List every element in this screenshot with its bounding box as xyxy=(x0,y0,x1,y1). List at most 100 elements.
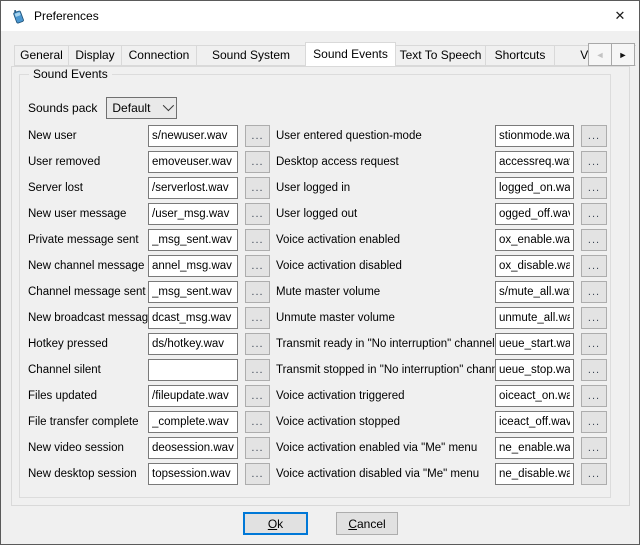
browse-button[interactable]: ... xyxy=(245,385,270,407)
browse-button[interactable]: ... xyxy=(581,437,607,459)
tab-scroll-left-icon[interactable]: ◄ xyxy=(588,43,612,66)
sound-event-row: New desktop session... xyxy=(28,463,270,485)
sound-file-input[interactable] xyxy=(148,385,238,407)
sound-event-label: Transmit stopped in "No interruption" ch… xyxy=(276,364,495,376)
sound-file-input[interactable] xyxy=(148,255,238,277)
sound-file-input[interactable] xyxy=(495,151,574,173)
titlebar: Preferences ✕ xyxy=(1,1,639,31)
sound-file-input[interactable] xyxy=(495,359,574,381)
sound-file-input[interactable] xyxy=(495,333,574,355)
sound-event-label: Voice activation enabled xyxy=(276,234,495,246)
preferences-dialog: Preferences ✕ GeneralDisplayConnectionSo… xyxy=(0,0,640,545)
browse-button[interactable]: ... xyxy=(581,359,607,381)
sound-event-label: New video session xyxy=(28,442,148,454)
sound-file-input[interactable] xyxy=(495,177,574,199)
sound-event-row: Desktop access request... xyxy=(276,151,607,173)
sound-file-input[interactable] xyxy=(495,203,574,225)
sound-event-row: Transmit ready in "No interruption" chan… xyxy=(276,333,607,355)
sound-file-input[interactable] xyxy=(148,333,238,355)
window-title: Preferences xyxy=(34,9,99,23)
browse-button[interactable]: ... xyxy=(245,437,270,459)
browse-button[interactable]: ... xyxy=(245,411,270,433)
browse-button[interactable]: ... xyxy=(581,463,607,485)
sound-file-input[interactable] xyxy=(148,177,238,199)
sound-file-input[interactable] xyxy=(495,307,574,329)
sound-file-input[interactable] xyxy=(495,255,574,277)
sound-file-input[interactable] xyxy=(148,411,238,433)
tab-shortcuts[interactable]: Shortcuts xyxy=(485,45,555,66)
browse-button[interactable]: ... xyxy=(245,333,270,355)
sound-event-row: Voice activation enabled via "Me" menu..… xyxy=(276,437,607,459)
sound-event-label: New broadcast message xyxy=(28,312,148,324)
sound-file-input[interactable] xyxy=(495,385,574,407)
sound-event-row: New channel message... xyxy=(28,255,270,277)
cancel-button[interactable]: Cancel xyxy=(336,512,398,535)
sound-file-input[interactable] xyxy=(495,463,574,485)
sound-file-input[interactable] xyxy=(148,437,238,459)
sound-file-input[interactable] xyxy=(148,151,238,173)
browse-button[interactable]: ... xyxy=(245,229,270,251)
sounds-pack-value: Default xyxy=(112,101,163,115)
sound-file-input[interactable] xyxy=(148,125,238,147)
sound-event-label: File transfer complete xyxy=(28,416,148,428)
browse-button[interactable]: ... xyxy=(245,359,270,381)
browse-button[interactable]: ... xyxy=(245,307,270,329)
browse-button[interactable]: ... xyxy=(581,255,607,277)
browse-button[interactable]: ... xyxy=(245,125,270,147)
browse-button[interactable]: ... xyxy=(581,125,607,147)
sound-event-row: File transfer complete... xyxy=(28,411,270,433)
sound-event-row: Voice activation disabled... xyxy=(276,255,607,277)
rows-right: User entered question-mode...Desktop acc… xyxy=(276,125,607,489)
sound-file-input[interactable] xyxy=(148,203,238,225)
sound-file-input[interactable] xyxy=(495,437,574,459)
browse-button[interactable]: ... xyxy=(245,203,270,225)
browse-button[interactable]: ... xyxy=(581,177,607,199)
tab-text-to-speech[interactable]: Text To Speech xyxy=(395,45,486,66)
sound-event-row: User logged in... xyxy=(276,177,607,199)
sound-file-input[interactable] xyxy=(148,307,238,329)
sound-file-input[interactable] xyxy=(495,125,574,147)
sound-file-input[interactable] xyxy=(495,411,574,433)
sound-file-input[interactable] xyxy=(495,229,574,251)
sound-event-row: Files updated... xyxy=(28,385,270,407)
sound-event-label: New user xyxy=(28,130,148,142)
sound-file-input[interactable] xyxy=(148,281,238,303)
tab-sound-events[interactable]: Sound Events xyxy=(305,42,396,66)
app-icon xyxy=(11,8,27,24)
sound-event-row: Unmute master volume... xyxy=(276,307,607,329)
ok-button[interactable]: Ok xyxy=(243,512,308,535)
tab-display[interactable]: Display xyxy=(68,45,122,66)
browse-button[interactable]: ... xyxy=(581,307,607,329)
tab-sound-system[interactable]: Sound System xyxy=(196,45,306,66)
sound-event-row: User logged out... xyxy=(276,203,607,225)
sound-event-label: Server lost xyxy=(28,182,148,194)
browse-button[interactable]: ... xyxy=(581,151,607,173)
sound-event-label: Files updated xyxy=(28,390,148,402)
sound-event-row: New broadcast message... xyxy=(28,307,270,329)
browse-button[interactable]: ... xyxy=(245,281,270,303)
tab-scroller: ◄ ► xyxy=(589,43,635,66)
browse-button[interactable]: ... xyxy=(581,385,607,407)
browse-button[interactable]: ... xyxy=(245,151,270,173)
sound-event-row: Voice activation triggered... xyxy=(276,385,607,407)
tab-connection[interactable]: Connection xyxy=(121,45,197,66)
sounds-pack-select[interactable]: Default xyxy=(106,97,177,119)
browse-button[interactable]: ... xyxy=(245,463,270,485)
browse-button[interactable]: ... xyxy=(581,229,607,251)
sound-file-input[interactable] xyxy=(495,281,574,303)
sound-event-label: User entered question-mode xyxy=(276,130,495,142)
tab-scroll-right-icon[interactable]: ► xyxy=(611,43,635,66)
sound-event-label: Channel message sent xyxy=(28,286,148,298)
tab-general[interactable]: General xyxy=(14,45,69,66)
sound-file-input[interactable] xyxy=(148,229,238,251)
sound-file-input[interactable] xyxy=(148,463,238,485)
browse-button[interactable]: ... xyxy=(245,255,270,277)
browse-button[interactable]: ... xyxy=(581,203,607,225)
browse-button[interactable]: ... xyxy=(581,281,607,303)
sound-file-input[interactable] xyxy=(148,359,238,381)
browse-button[interactable]: ... xyxy=(245,177,270,199)
browse-button[interactable]: ... xyxy=(581,333,607,355)
close-icon[interactable]: ✕ xyxy=(601,1,639,31)
groupbox-title: Sound Events xyxy=(29,67,112,81)
browse-button[interactable]: ... xyxy=(581,411,607,433)
